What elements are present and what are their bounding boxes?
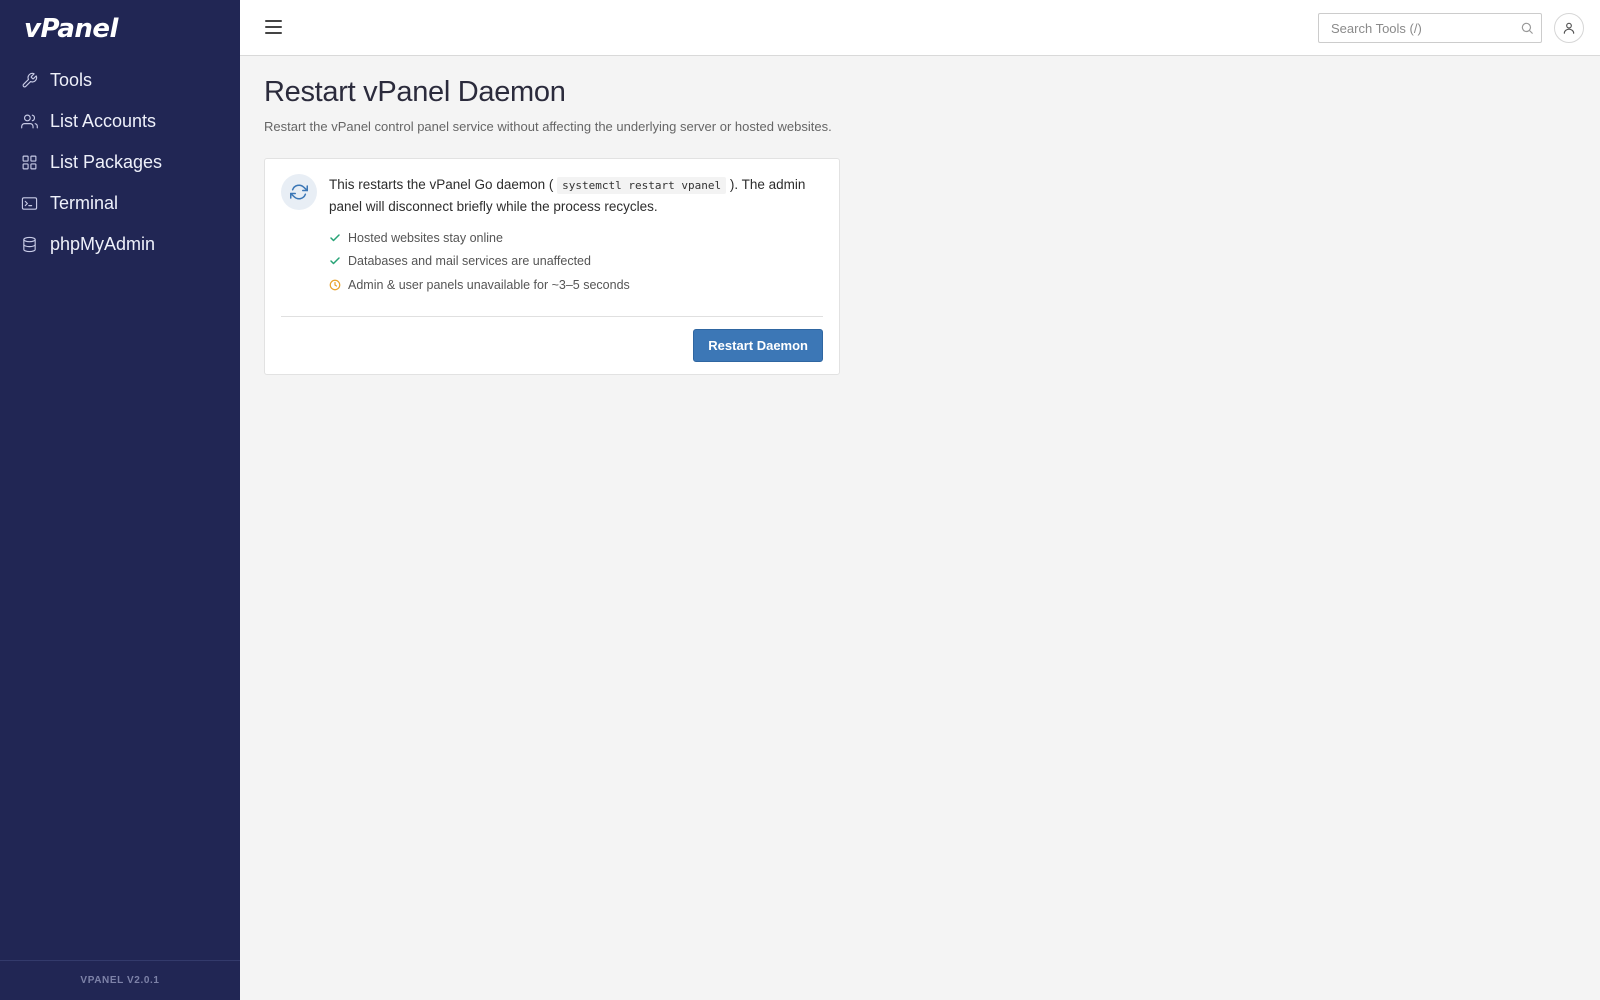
topbar bbox=[240, 0, 1600, 56]
grid-icon bbox=[20, 154, 38, 172]
sidebar-item-list-accounts[interactable]: List Accounts bbox=[0, 101, 240, 142]
sidebar: vPanel Tools List Accounts List Packages… bbox=[0, 0, 240, 1000]
sidebar-item-phpmyadmin[interactable]: phpMyAdmin bbox=[0, 224, 240, 265]
page-title: Restart vPanel Daemon bbox=[264, 76, 566, 108]
list-item: Hosted websites stay online bbox=[329, 226, 823, 250]
search-box bbox=[1318, 13, 1542, 43]
impact-list: Hosted websites stay online Databases an… bbox=[329, 226, 823, 297]
app-logo[interactable]: vPanel bbox=[24, 14, 118, 44]
sidebar-item-list-packages[interactable]: List Packages bbox=[0, 142, 240, 183]
restart-card: This restarts the vPanel Go daemon ( sys… bbox=[264, 158, 840, 375]
database-icon bbox=[20, 236, 38, 254]
menu-toggle-icon[interactable] bbox=[265, 17, 285, 37]
sidebar-item-tools[interactable]: Tools bbox=[0, 60, 240, 101]
wrench-icon bbox=[20, 72, 38, 90]
page-subtitle: Restart the vPanel control panel service… bbox=[264, 119, 832, 134]
sidebar-item-label: Tools bbox=[50, 70, 93, 90]
restart-daemon-button[interactable]: Restart Daemon bbox=[693, 328, 823, 362]
list-item: Databases and mail services are unaffect… bbox=[329, 250, 823, 274]
sidebar-nav: Tools List Accounts List Packages Termin… bbox=[0, 60, 240, 265]
check-icon bbox=[329, 232, 341, 244]
terminal-icon bbox=[20, 195, 38, 213]
search-input[interactable] bbox=[1319, 15, 1509, 41]
list-item: Admin & user panels unavailable for ~3–5… bbox=[329, 273, 823, 297]
user-menu-button[interactable] bbox=[1554, 13, 1584, 43]
clock-warning-icon bbox=[329, 279, 341, 291]
user-icon bbox=[1563, 22, 1575, 34]
restart-description: This restarts the vPanel Go daemon ( sys… bbox=[329, 177, 806, 214]
check-icon bbox=[329, 255, 341, 267]
users-icon bbox=[20, 113, 38, 131]
command-code: systemctl restart vpanel bbox=[557, 177, 727, 194]
sidebar-item-label: List Accounts bbox=[50, 111, 157, 131]
sidebar-item-label: phpMyAdmin bbox=[50, 234, 156, 254]
sidebar-item-terminal[interactable]: Terminal bbox=[0, 183, 240, 224]
sidebar-item-label: Terminal bbox=[50, 193, 119, 213]
main-content: Restart vPanel Daemon Restart the vPanel… bbox=[264, 56, 1584, 375]
version-label: VPANEL V2.0.1 bbox=[0, 960, 240, 1000]
search-icon[interactable] bbox=[1520, 21, 1534, 35]
refresh-icon bbox=[281, 174, 317, 210]
sidebar-item-label: List Packages bbox=[50, 152, 163, 172]
